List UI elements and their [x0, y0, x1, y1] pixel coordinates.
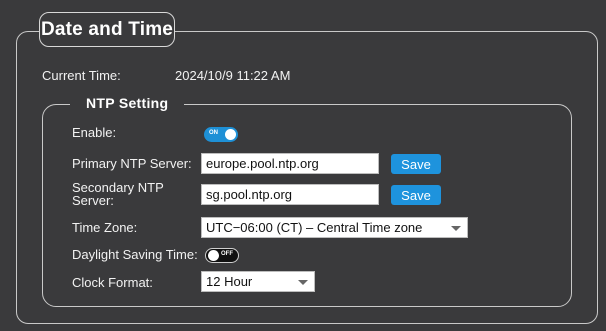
clock-format-selected: 12 Hour [206, 274, 253, 289]
primary-ntp-server-input[interactable] [201, 153, 379, 174]
enable-toggle[interactable]: ON [204, 127, 238, 142]
page-title-box: Date and Time [39, 12, 175, 47]
enable-toggle-text: ON [209, 130, 218, 136]
page-title: Date and Time [40, 18, 174, 40]
primary-ntp-server-label: Primary NTP Server: [72, 156, 192, 171]
time-zone-select[interactable]: UTC−06:00 (CT) – Central Time zone [201, 217, 468, 238]
current-time-label: Current Time: [42, 68, 121, 83]
chevron-down-icon [298, 280, 308, 285]
ntp-setting-legend: NTP Setting [70, 95, 185, 111]
secondary-ntp-server-label-line2: Server: [72, 193, 114, 208]
daylight-saving-label: Daylight Saving Time: [72, 247, 198, 262]
primary-save-button[interactable]: Save [391, 154, 441, 174]
chevron-down-icon [451, 226, 461, 231]
toggle-knob [225, 129, 236, 140]
time-zone-selected: UTC−06:00 (CT) – Central Time zone [206, 220, 423, 235]
daylight-saving-toggle[interactable]: OFF [205, 248, 239, 263]
toggle-knob [208, 250, 219, 261]
current-time-value: 2024/10/9 11:22 AM [175, 68, 291, 83]
enable-label: Enable: [72, 125, 117, 140]
clock-format-select[interactable]: 12 Hour [201, 271, 315, 292]
daylight-saving-toggle-text: OFF [221, 251, 233, 257]
secondary-save-button[interactable]: Save [391, 185, 441, 205]
clock-format-label: Clock Format: [72, 275, 153, 290]
secondary-ntp-server-input[interactable] [201, 184, 379, 205]
time-zone-label: Time Zone: [72, 220, 138, 235]
